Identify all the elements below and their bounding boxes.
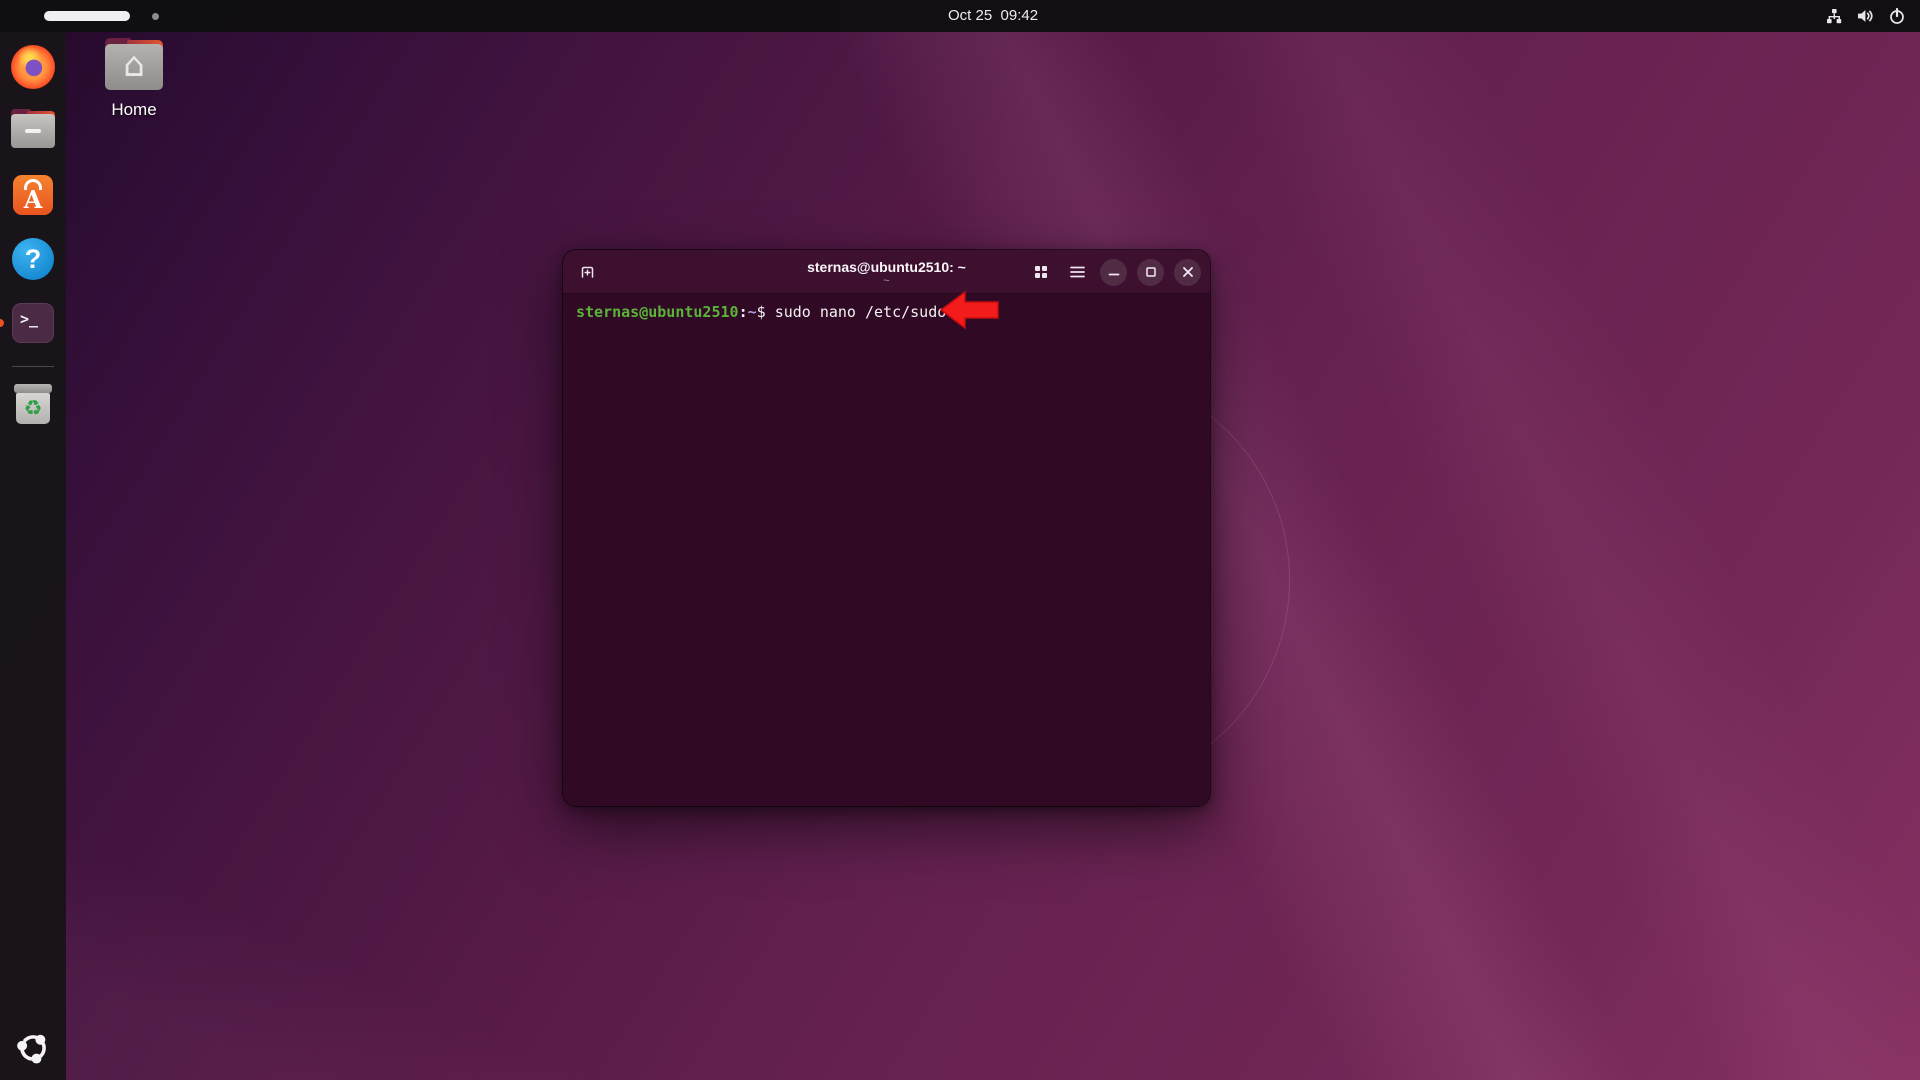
trash-icon: ♻ [14,384,52,424]
volume-icon [1856,7,1875,25]
dock-item-terminal[interactable]: >_ [10,300,56,346]
main-menu-button[interactable] [1064,256,1090,288]
left-arrow-icon [939,289,1001,331]
ubuntu-dock: A ? >_ ♻ [0,32,66,1080]
terminal-content[interactable]: sternas@ubuntu2510:~$ sudo nano /etc/sud… [563,294,1210,805]
minimize-button[interactable] [1100,259,1127,286]
tab-overview-icon [1033,264,1049,280]
desktop-icon-home[interactable]: ⌂ Home [98,44,170,120]
new-tab-icon [579,264,596,281]
tab-overview-button[interactable] [1028,256,1054,288]
prompt-path: ~ [748,303,757,321]
dock-item-firefox[interactable] [10,44,56,90]
minimize-icon [1108,266,1120,278]
new-tab-button[interactable] [571,256,603,288]
dock-item-help[interactable]: ? [10,236,56,282]
dock-item-trash[interactable]: ♻ [10,381,56,427]
dock-item-app-center[interactable]: A [10,172,56,218]
close-button[interactable] [1174,259,1201,286]
quick-settings-menu[interactable] [1819,0,1912,32]
home-icon-label: Home [111,100,156,120]
bag-handle-icon [24,179,42,190]
files-folder-icon [11,114,55,148]
show-apps-button[interactable] [13,1030,53,1070]
terminal-titlebar[interactable]: sternas@ubuntu2510: ~ ~ [563,250,1210,294]
terminal-window: sternas@ubuntu2510: ~ ~ [563,250,1210,806]
help-icon: ? [12,238,54,280]
running-indicator-dot [0,319,4,327]
prompt-user-host: sternas@ubuntu2510 [576,303,739,321]
workspace-indicator-secondary[interactable] [152,13,159,20]
power-icon [1888,7,1906,25]
ubuntu-desktop: Oct 25 09:42 [0,0,1920,1080]
hamburger-menu-icon [1069,265,1086,279]
prompt-separator: : [739,303,748,321]
prompt-symbol: $ [757,303,775,321]
workspace-indicator-active[interactable] [44,11,130,21]
home-folder-icon: ⌂ [105,44,163,90]
clock-menu[interactable]: Oct 25 09:42 [948,0,1038,32]
network-wired-icon [1825,7,1843,25]
dock-item-files[interactable] [10,108,56,154]
firefox-icon [11,45,55,89]
dock-separator [12,366,54,367]
app-center-icon: A [13,175,53,215]
maximize-button[interactable] [1137,259,1164,286]
ubuntu-logo-icon [14,1029,52,1072]
close-icon [1182,266,1194,278]
red-arrow-annotation [939,289,1001,336]
gnome-top-bar: Oct 25 09:42 [0,0,1920,32]
maximize-icon [1145,266,1157,278]
terminal-icon: >_ [12,303,54,343]
